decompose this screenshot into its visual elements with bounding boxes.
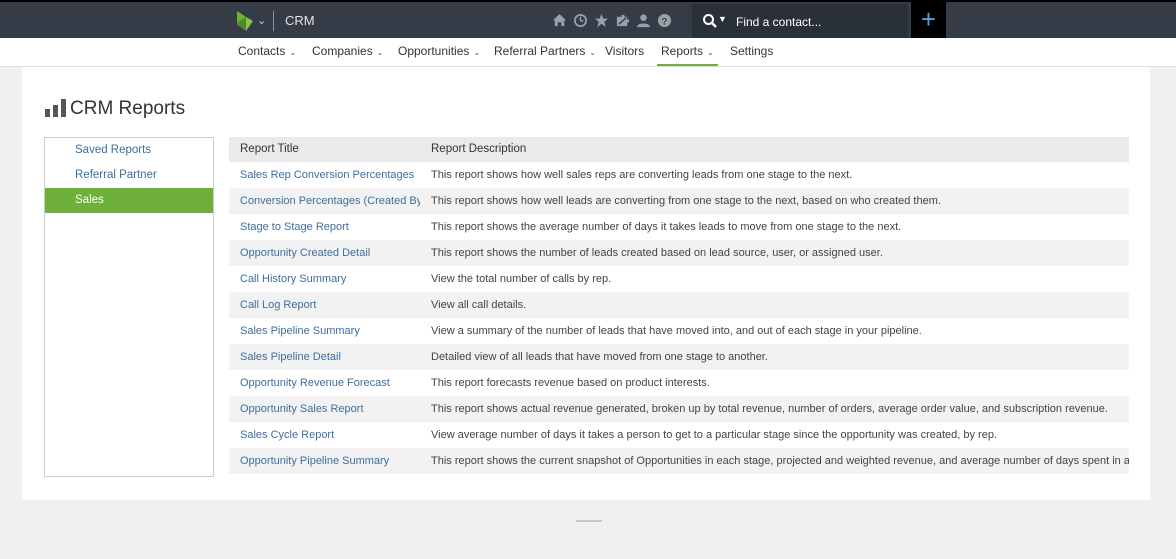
column-header-title: Report Title xyxy=(240,143,299,155)
report-category-sidebar: Saved Reports Referral Partner Sales xyxy=(44,137,214,477)
table-header: Report Title Report Description xyxy=(229,137,1129,162)
report-title-link[interactable]: Call Log Report xyxy=(229,292,420,318)
puzzle-icon[interactable] xyxy=(615,13,630,28)
report-title-link[interactable]: Opportunity Created Detail xyxy=(229,240,420,266)
user-icon[interactable] xyxy=(636,13,651,28)
nav-opportunities[interactable]: Opportunities ⌄ xyxy=(398,38,480,66)
report-title-link[interactable]: Opportunity Revenue Forecast xyxy=(229,370,420,396)
page-title: CRM Reports xyxy=(70,98,186,119)
table-row: Sales Rep Conversion Percentages This rep… xyxy=(229,162,1129,188)
add-button[interactable]: + xyxy=(911,2,946,40)
star-icon[interactable] xyxy=(594,13,609,28)
search-dropdown-icon[interactable]: ▼ xyxy=(718,14,727,24)
search-input[interactable] xyxy=(736,13,896,31)
search-icon[interactable] xyxy=(702,13,718,29)
report-description: This report shows actual revenue generat… xyxy=(431,403,1108,415)
table-row: Sales Pipeline Detail Detailed view of al… xyxy=(229,344,1129,370)
footer-logo-icon xyxy=(576,520,602,522)
report-title-link[interactable]: Conversion Percentages (Created By) xyxy=(229,188,420,214)
brand-logo-icon[interactable] xyxy=(237,11,253,31)
report-description: This report shows how well sales reps ar… xyxy=(431,169,853,181)
report-title-link[interactable]: Sales Pipeline Detail xyxy=(229,344,420,370)
table-row: Conversion Percentages (Created By) This … xyxy=(229,188,1129,214)
report-title-link[interactable]: Sales Cycle Report xyxy=(229,422,420,448)
reports-table: Report Title Report Description Sales Re… xyxy=(229,137,1129,474)
table-row: Call History Summary View the total numbe… xyxy=(229,266,1129,292)
footer-brand-mark xyxy=(566,518,612,526)
home-icon[interactable] xyxy=(552,13,567,28)
nav-reports[interactable]: Reports ⌄ xyxy=(657,38,718,66)
table-row: Call Log Report View all call details. xyxy=(229,292,1129,318)
header-icons: ? xyxy=(552,13,672,28)
chevron-down-icon[interactable]: ⌄ xyxy=(257,14,266,27)
clock-icon[interactable] xyxy=(573,13,588,28)
nav-referral-partners[interactable]: Referral Partners ⌄ xyxy=(494,38,596,66)
nav-contacts[interactable]: Contacts ⌄ xyxy=(238,38,296,66)
report-description: Detailed view of all leads that have mov… xyxy=(431,351,768,363)
table-row: Opportunity Revenue Forecast This report … xyxy=(229,370,1129,396)
report-description: This report shows the average number of … xyxy=(431,221,902,233)
main-nav: Contacts ⌄ Companies ⌄ Opportunities ⌄ Refe… xyxy=(0,38,1176,67)
report-description: View average number of days it takes a p… xyxy=(431,429,998,441)
header-divider xyxy=(273,11,274,31)
table-row: Stage to Stage Report This report shows t… xyxy=(229,214,1129,240)
report-description: View all call details. xyxy=(431,299,527,311)
table-row: Opportunity Pipeline Summary This report … xyxy=(229,448,1129,474)
report-description: This report forecasts revenue based on p… xyxy=(431,377,710,389)
column-header-description: Report Description xyxy=(431,143,527,155)
top-bar: ⌄ CRM ? ▼ + xyxy=(0,0,1176,40)
report-title-link[interactable]: Opportunity Pipeline Summary xyxy=(229,448,420,474)
svg-text:?: ? xyxy=(662,16,668,26)
table-row: Opportunity Created Detail This report sh… xyxy=(229,240,1129,266)
report-description: This report shows the current snapshot o… xyxy=(431,455,1129,467)
help-icon[interactable]: ? xyxy=(657,13,672,28)
chevron-down-icon: ⌄ xyxy=(289,48,297,57)
report-title-link[interactable]: Sales Rep Conversion Percentages xyxy=(229,162,420,188)
chevron-down-icon: ⌄ xyxy=(473,48,481,57)
chevron-down-icon: ⌄ xyxy=(376,48,384,57)
table-row: Opportunity Sales Report This report show… xyxy=(229,396,1129,422)
report-title-link[interactable]: Opportunity Sales Report xyxy=(229,396,420,422)
report-description: View a summary of the number of leads th… xyxy=(431,325,922,337)
report-description: View the total number of calls by rep. xyxy=(431,273,612,285)
report-title-link[interactable]: Stage to Stage Report xyxy=(229,214,420,240)
nav-companies[interactable]: Companies ⌄ xyxy=(312,38,383,66)
nav-settings[interactable]: Settings xyxy=(730,38,773,66)
sidebar-item-saved-reports[interactable]: Saved Reports xyxy=(45,138,213,163)
main-panel: CRM Reports Saved Reports Referral Partn… xyxy=(22,67,1150,500)
sidebar-item-referral-partner[interactable]: Referral Partner xyxy=(45,163,213,188)
nav-visitors[interactable]: Visitors xyxy=(605,38,644,66)
report-description: This report shows the number of leads cr… xyxy=(431,247,883,259)
table-row: Sales Pipeline Summary View a summary of … xyxy=(229,318,1129,344)
report-description: This report shows how well leads are con… xyxy=(431,195,941,207)
sidebar-item-sales[interactable]: Sales xyxy=(45,188,213,213)
report-title-link[interactable]: Call History Summary xyxy=(229,266,420,292)
report-title-link[interactable]: Sales Pipeline Summary xyxy=(229,318,420,344)
chevron-down-icon: ⌄ xyxy=(707,48,714,57)
table-row: Sales Cycle Report View average number of… xyxy=(229,422,1129,448)
app-name: CRM xyxy=(285,13,315,28)
bar-chart-icon xyxy=(45,99,66,117)
search-box[interactable]: ▼ xyxy=(692,4,908,38)
table-body: Sales Rep Conversion Percentages This rep… xyxy=(229,162,1129,474)
chevron-down-icon: ⌄ xyxy=(589,48,597,57)
